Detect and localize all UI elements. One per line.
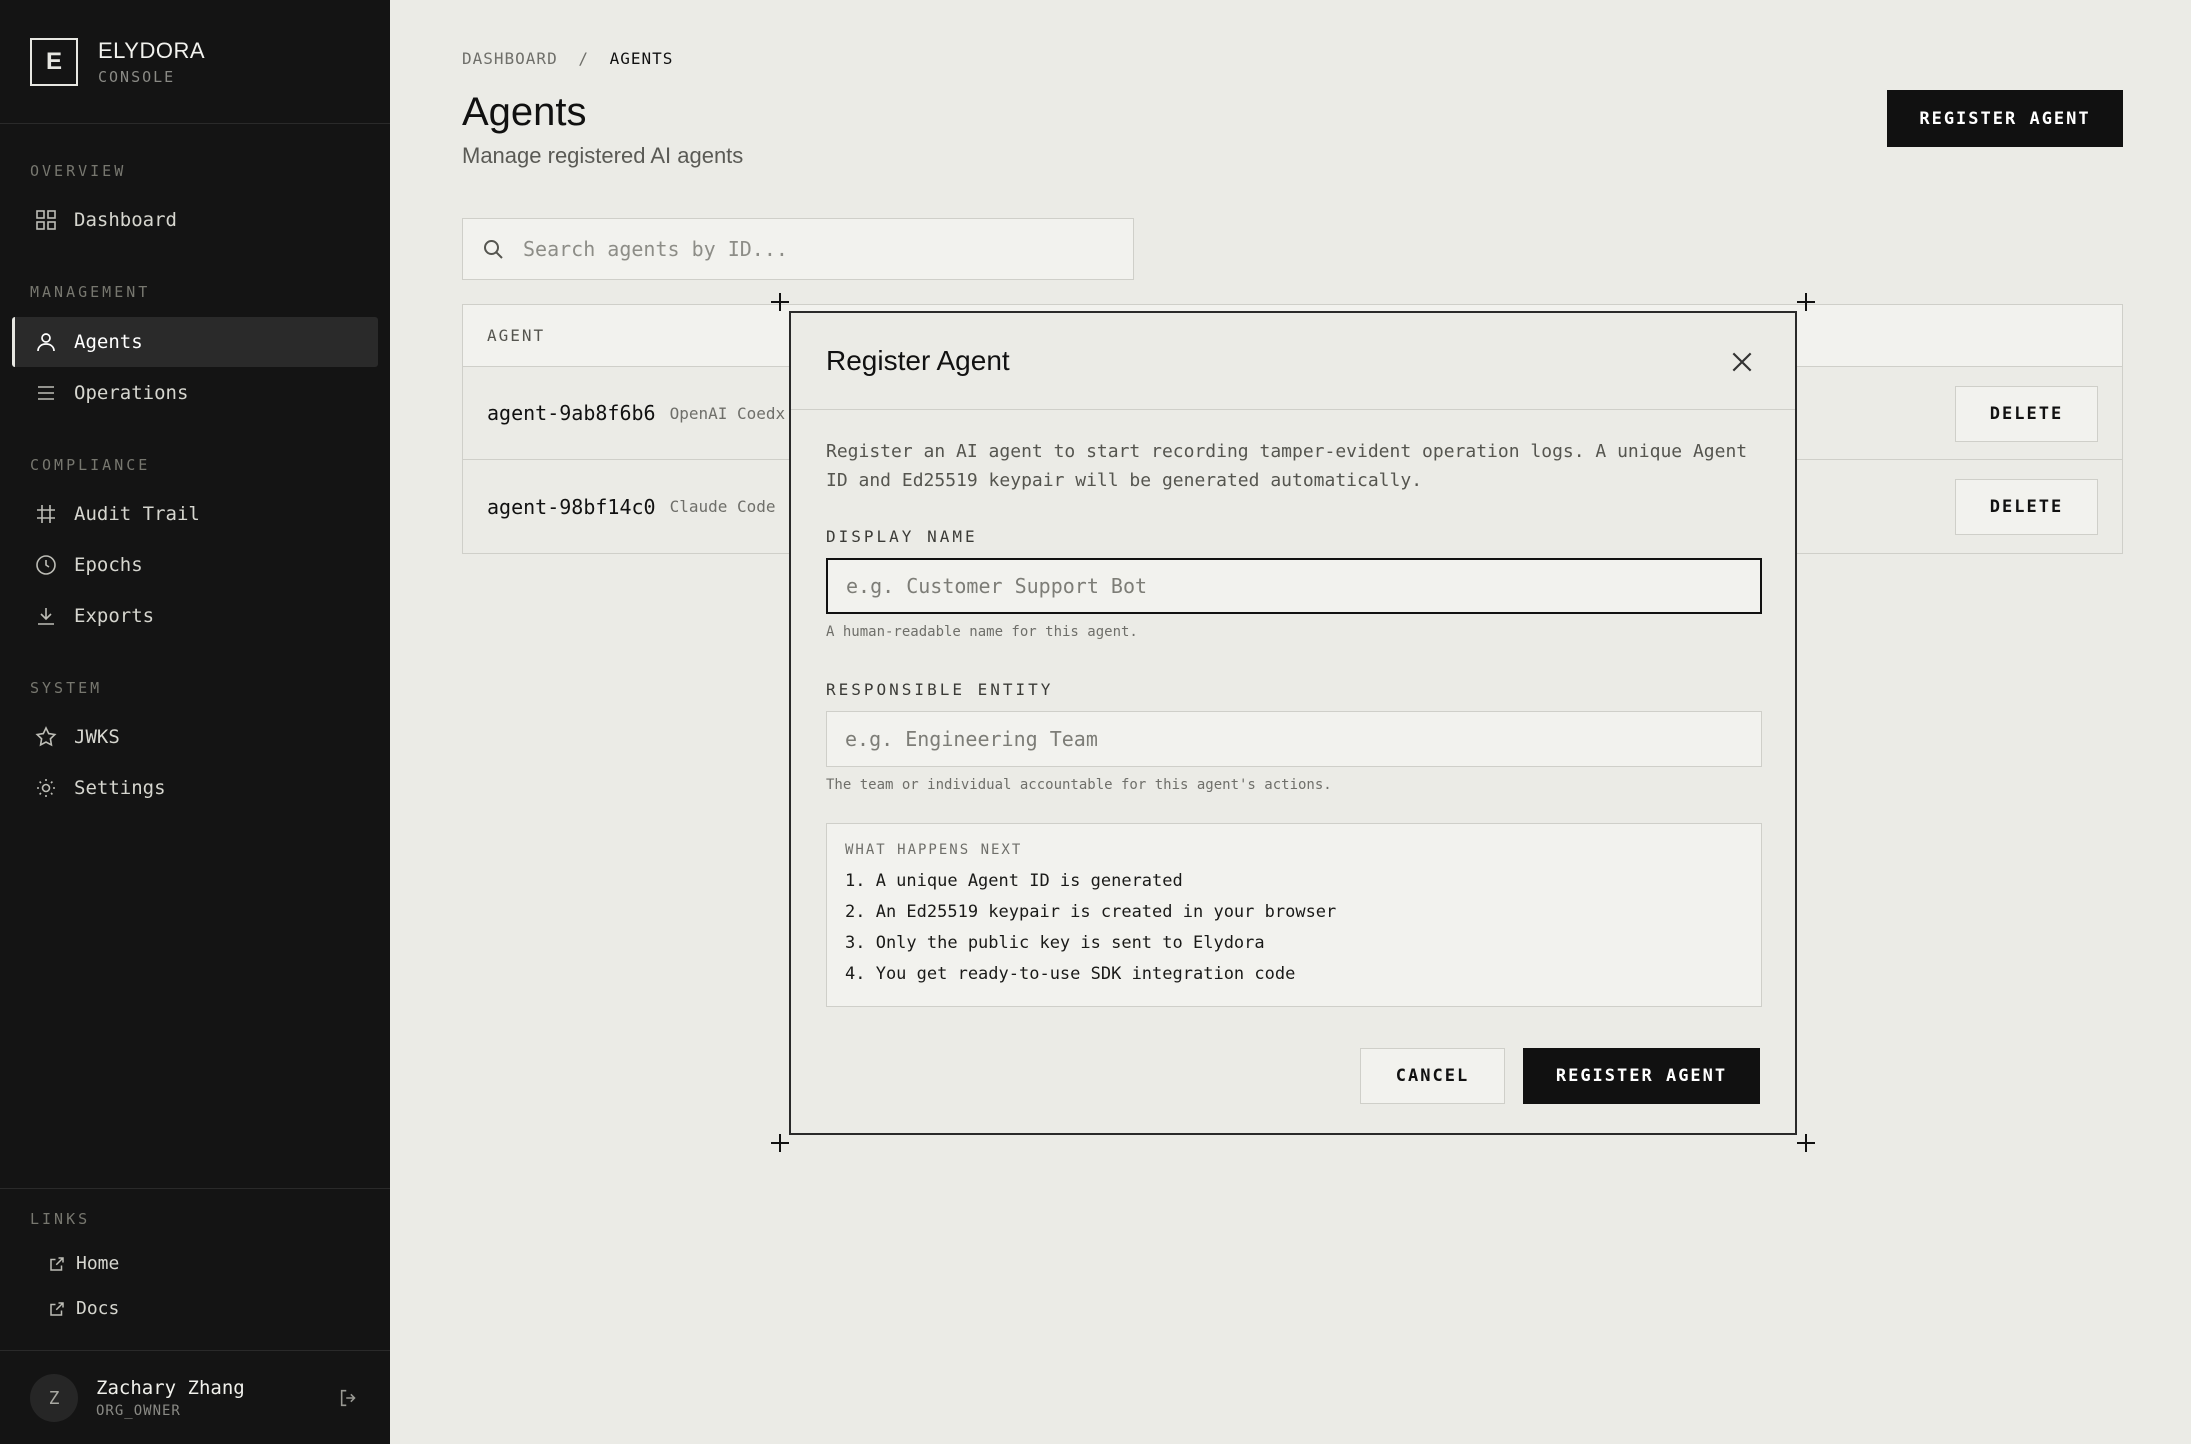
sidebar-item-operations[interactable]: Operations [12, 368, 378, 418]
responsible-entity-label: RESPONSIBLE ENTITY [826, 680, 1054, 699]
section-links: LINKS [30, 1210, 91, 1228]
modal-register-agent-button[interactable]: REGISTER AGENT [1523, 1048, 1760, 1104]
breadcrumb-current: AGENTS [609, 49, 674, 68]
sidebar-item-label: Operations [74, 382, 189, 404]
sidebar-item-label: Audit Trail [74, 503, 200, 525]
register-agent-button[interactable]: REGISTER AGENT [1887, 90, 2123, 147]
modal-description: Register an AI agent to start recording … [826, 441, 1748, 491]
sidebar-item-label: Agents [74, 331, 143, 353]
user-icon [37, 333, 55, 352]
sidebar-item-jwks[interactable]: JWKS [12, 712, 378, 762]
divider [0, 1188, 390, 1189]
section-compliance: COMPLIANCE [30, 456, 151, 474]
next-step: 2. An Ed25519 keypair is created in your… [845, 902, 1337, 922]
search-input[interactable] [523, 237, 1083, 261]
breadcrumb: DASHBOARD / AGENTS [462, 49, 673, 68]
sidebar-item-label: Exports [74, 605, 155, 627]
sidebar-item-label: Dashboard [74, 209, 177, 231]
sidebar: E ELYDORA CONSOLE OVERVIEW Dashboard MAN… [0, 0, 390, 1444]
breadcrumb-root[interactable]: DASHBOARD [462, 49, 558, 68]
breadcrumb-separator: / [578, 49, 589, 68]
display-name-hint: A human-readable name for this agent. [826, 624, 1138, 640]
what-happens-next: WHAT HAPPENS NEXT 1. A unique Agent ID i… [826, 823, 1762, 1007]
next-title: WHAT HAPPENS NEXT [845, 842, 1023, 858]
responsible-entity-field [826, 711, 1762, 767]
agent-type: Claude Code [669, 497, 776, 516]
next-step: 1. A unique Agent ID is generated [845, 871, 1183, 891]
brand[interactable]: E ELYDORA CONSOLE [0, 0, 390, 124]
hash-icon [37, 505, 55, 523]
link-label: Docs [76, 1298, 120, 1319]
external-link-icon [50, 1256, 64, 1271]
search-icon [484, 240, 503, 259]
link-docs[interactable]: Docs [48, 1298, 119, 1319]
section-overview: OVERVIEW [30, 162, 127, 180]
brand-logo: E [30, 37, 78, 86]
responsible-entity-input[interactable] [845, 727, 1745, 751]
page-subtitle: Manage registered AI agents [462, 143, 744, 168]
agent-id: agent-9ab8f6b6 [487, 401, 656, 425]
user-profile: Z Zachary Zhang ORG_OWNER [30, 1374, 360, 1422]
brand-sub: CONSOLE [98, 67, 176, 86]
external-link-icon [50, 1301, 64, 1316]
sidebar-item-label: Epochs [74, 554, 143, 576]
cancel-button[interactable]: CANCEL [1360, 1048, 1505, 1104]
grid-icon [36, 210, 56, 230]
sidebar-item-audit-trail[interactable]: Audit Trail [12, 489, 378, 539]
corner-mark [1797, 293, 1815, 311]
close-icon[interactable] [1729, 349, 1755, 375]
agent-id: agent-98bf14c0 [487, 494, 656, 519]
sidebar-item-dashboard[interactable]: Dashboard [12, 195, 378, 245]
delete-button[interactable]: DELETE [1955, 479, 2098, 535]
list-icon [38, 386, 54, 400]
sidebar-item-exports[interactable]: Exports [12, 591, 378, 641]
page-title: Agents [462, 90, 587, 134]
logout-icon[interactable] [338, 1387, 360, 1409]
sidebar-item-label: Settings [74, 777, 166, 799]
display-name-input[interactable] [846, 574, 1746, 598]
brand-name: ELYDORA [98, 37, 206, 63]
avatar: Z [30, 1374, 78, 1422]
section-management: MANAGEMENT [30, 283, 151, 301]
clock-icon [36, 555, 56, 575]
user-name: Zachary Zhang [96, 1377, 245, 1399]
modal-title: Register Agent [826, 345, 1010, 376]
sidebar-item-agents[interactable]: Agents [12, 317, 378, 367]
link-home[interactable]: Home [48, 1253, 119, 1274]
next-step: 4. You get ready-to-use SDK integration … [845, 964, 1296, 984]
agent-type: OpenAI Coedx [669, 403, 786, 423]
section-system: SYSTEM [30, 679, 103, 697]
responsible-entity-hint: The team or individual accountable for t… [826, 777, 1332, 793]
sidebar-item-settings[interactable]: Settings [12, 763, 378, 813]
star-icon [35, 726, 57, 747]
corner-mark [771, 1134, 789, 1152]
delete-button[interactable]: DELETE [1955, 386, 2098, 442]
corner-mark [1797, 1134, 1815, 1152]
user-role: ORG_OWNER [96, 1403, 181, 1419]
display-name-label: DISPLAY NAME [826, 527, 978, 546]
register-agent-modal: Register Agent Register an AI agent to s… [789, 311, 1797, 1135]
divider [0, 1350, 390, 1351]
link-label: Home [76, 1253, 120, 1274]
corner-mark [771, 293, 789, 311]
sidebar-item-epochs[interactable]: Epochs [12, 540, 378, 590]
display-name-field [826, 558, 1762, 614]
search-box [462, 218, 1134, 280]
next-step: 3. Only the public key is sent to Elydor… [845, 933, 1265, 953]
sun-icon [37, 779, 55, 797]
sidebar-item-label: JWKS [74, 726, 120, 748]
download-icon [38, 608, 54, 625]
